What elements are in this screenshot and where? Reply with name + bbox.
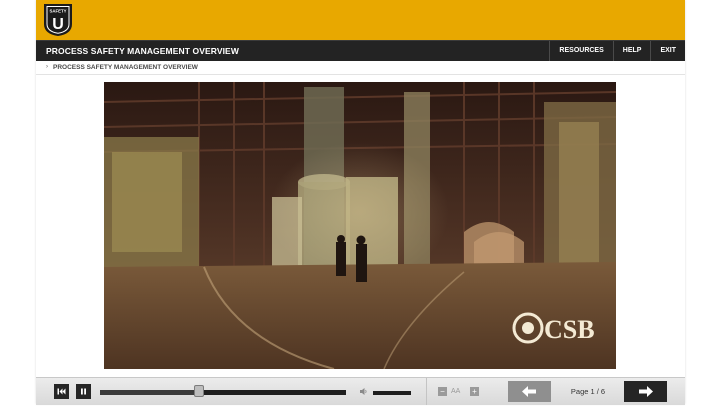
industrial-scene-image: CSB [104, 82, 616, 369]
exit-button[interactable]: EXIT [650, 41, 685, 61]
breadcrumb: › PROCESS SAFETY MANAGEMENT OVERVIEW [36, 61, 685, 75]
arrow-left-icon [522, 386, 536, 397]
font-size-label: AA [451, 388, 461, 395]
rewind-to-start-icon [57, 388, 66, 395]
title-bar: PROCESS SAFETY MANAGEMENT OVERVIEW RESOU… [36, 40, 685, 61]
logo-letter: U [52, 16, 64, 33]
pause-button[interactable] [76, 384, 91, 399]
speaker-icon[interactable] [359, 387, 368, 398]
video-frame[interactable]: CSB [104, 82, 616, 369]
brand-header: SAFETY U [36, 0, 685, 40]
next-page-button[interactable] [624, 381, 667, 402]
playback-controls: − AA + Page 1 / 6 [36, 377, 685, 405]
watermark-text: CSB [544, 315, 595, 344]
seek-handle[interactable] [194, 385, 205, 397]
resources-button[interactable]: RESOURCES [549, 41, 612, 61]
arrow-right-icon [639, 386, 653, 397]
previous-page-button[interactable] [508, 381, 551, 402]
course-player: SAFETY U PROCESS SAFETY MANAGEMENT OVERV… [36, 0, 685, 405]
breadcrumb-text[interactable]: PROCESS SAFETY MANAGEMENT OVERVIEW [53, 61, 198, 74]
logo-text: SAFETY [50, 9, 67, 14]
pause-icon [81, 388, 86, 395]
rewind-to-start-button[interactable] [54, 384, 69, 399]
font-increase-button[interactable]: + [470, 387, 479, 396]
seek-bar[interactable] [100, 390, 346, 395]
page-indicator: Page 1 / 6 [570, 387, 606, 396]
volume-level [373, 391, 406, 395]
volume-slider[interactable] [373, 391, 411, 395]
help-button[interactable]: HELP [612, 41, 651, 61]
controls-divider [426, 378, 427, 405]
safety-u-logo: SAFETY U [44, 4, 72, 36]
course-title: PROCESS SAFETY MANAGEMENT OVERVIEW [46, 46, 239, 56]
breadcrumb-arrow-icon: › [46, 64, 48, 70]
top-nav: RESOURCES HELP EXIT [549, 41, 685, 61]
seek-progress [100, 390, 199, 395]
font-decrease-button[interactable]: − [438, 387, 447, 396]
